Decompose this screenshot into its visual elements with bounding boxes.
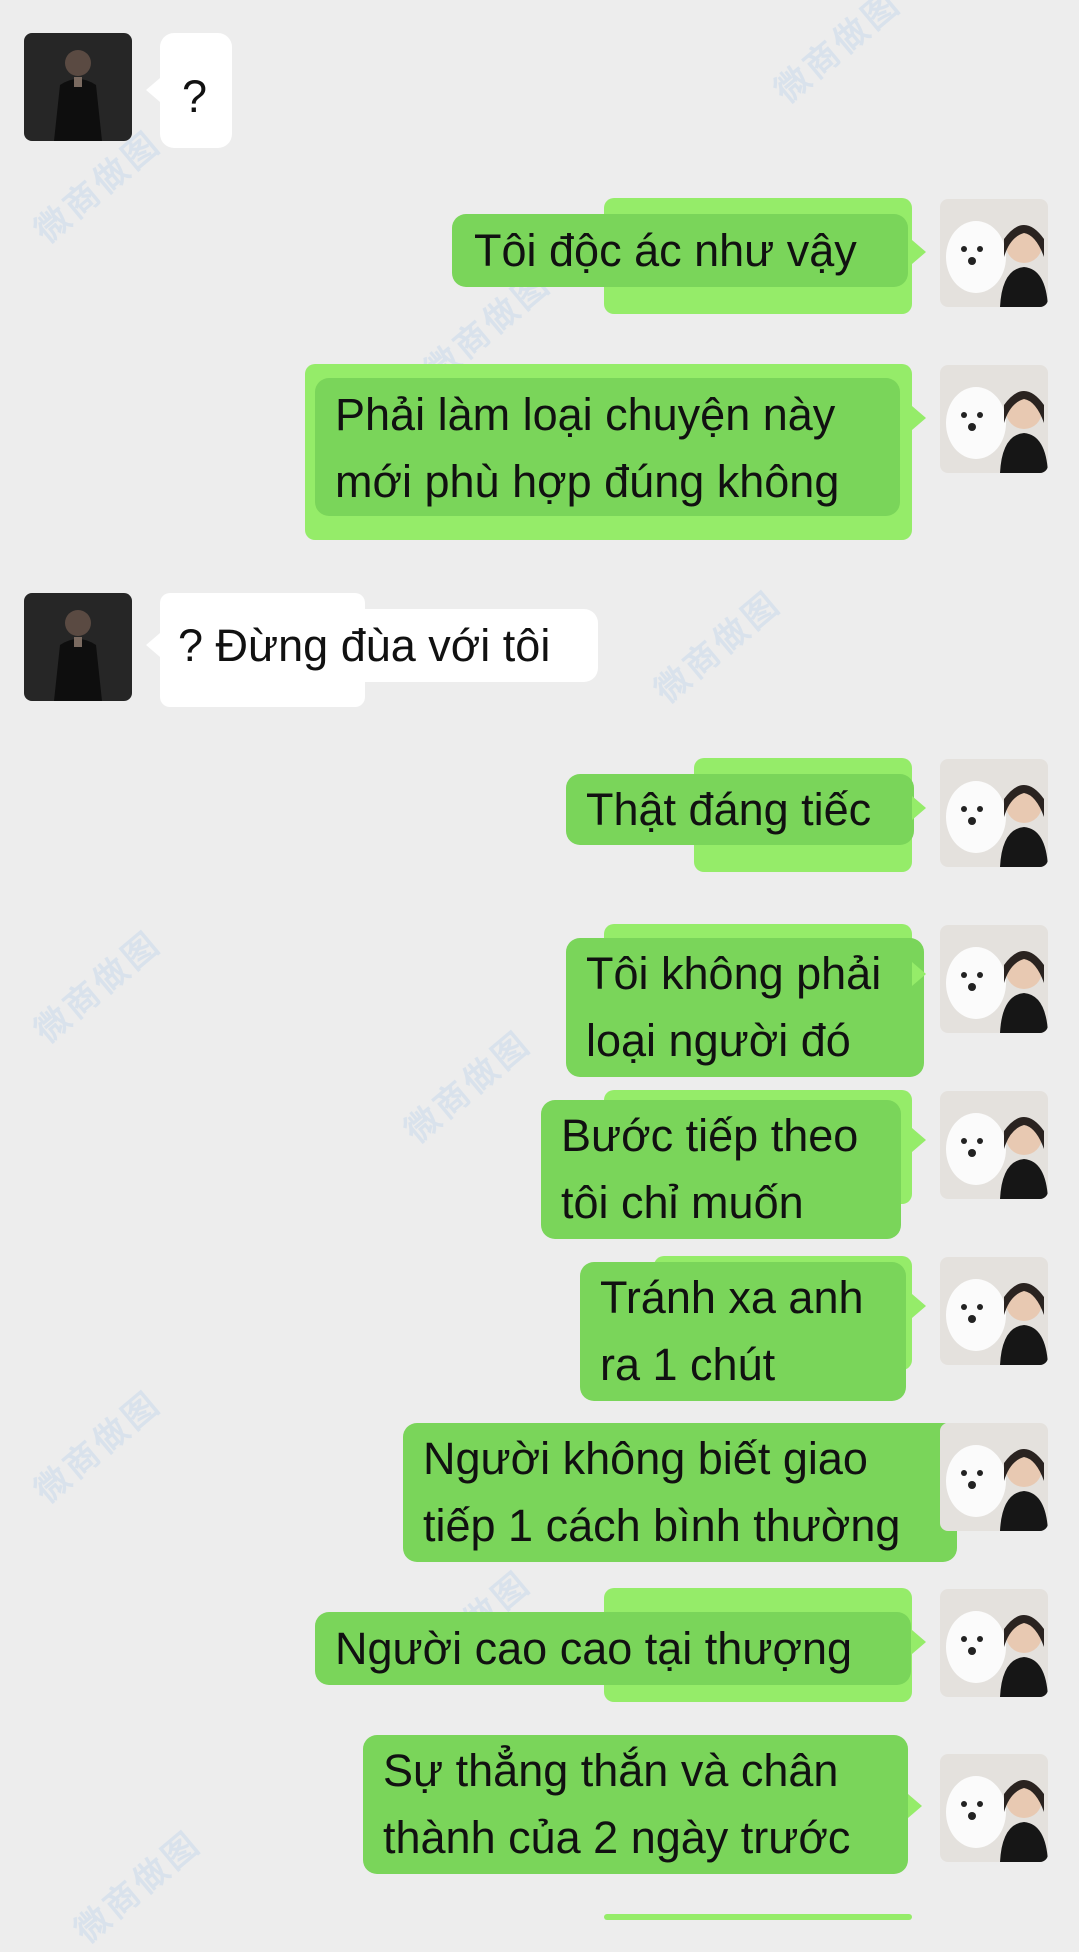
watermark-text: 微商做图: [27, 1383, 169, 1511]
self-avatar[interactable]: [940, 1257, 1048, 1365]
message-bubble[interactable]: Phải làm loại chuyện này mới phù hợp đún…: [315, 378, 900, 516]
bubble-tail: [912, 406, 926, 430]
message-bubble[interactable]: Bước tiếp theo tôi chỉ muốn: [541, 1100, 901, 1239]
message-bubble[interactable]: Thật đáng tiếc: [566, 774, 914, 845]
message-bubble[interactable]: ?: [160, 33, 232, 148]
bubble-tail: [912, 796, 926, 820]
bubble-tail: [912, 1630, 926, 1654]
self-avatar[interactable]: [940, 365, 1048, 473]
message-bubble[interactable]: Người không biết giao tiếp 1 cách bình t…: [403, 1423, 957, 1562]
bubble-tail: [908, 1794, 922, 1818]
self-avatar[interactable]: [940, 1754, 1048, 1862]
message-bubble[interactable]: Người cao cao tại thượng: [315, 1612, 911, 1685]
watermark-text: 微商做图: [647, 583, 789, 711]
bubble-background: [604, 1914, 912, 1920]
self-avatar[interactable]: [940, 759, 1048, 867]
bubble-tail: [912, 1128, 926, 1152]
message-bubble[interactable]: Tránh xa anh ra 1 chút: [580, 1262, 906, 1401]
watermark-text: 微商做图: [27, 923, 169, 1051]
message-bubble[interactable]: Tôi độc ác như vậy: [452, 214, 908, 287]
message-bubble[interactable]: Tôi không phải loại người đó: [566, 938, 924, 1077]
bubble-tail: [912, 240, 926, 264]
bubble-tail: [146, 78, 160, 102]
self-avatar[interactable]: [940, 1423, 1048, 1531]
self-avatar[interactable]: [940, 199, 1048, 307]
self-avatar[interactable]: [940, 1589, 1048, 1697]
contact-avatar[interactable]: [24, 33, 132, 141]
bubble-tail: [912, 962, 926, 986]
bubble-tail: [146, 633, 160, 657]
message-bubble[interactable]: Sự thẳng thắn và chân thành của 2 ngày t…: [363, 1735, 908, 1874]
self-avatar[interactable]: [940, 1091, 1048, 1199]
self-avatar[interactable]: [940, 925, 1048, 1033]
message-bubble[interactable]: ? Đừng đùa với tôi: [160, 609, 598, 682]
watermark-text: 微商做图: [397, 1023, 539, 1151]
watermark-text: 微商做图: [767, 0, 909, 111]
contact-avatar[interactable]: [24, 593, 132, 701]
watermark-text: 微商做图: [67, 1823, 209, 1951]
bubble-tail: [912, 1294, 926, 1318]
